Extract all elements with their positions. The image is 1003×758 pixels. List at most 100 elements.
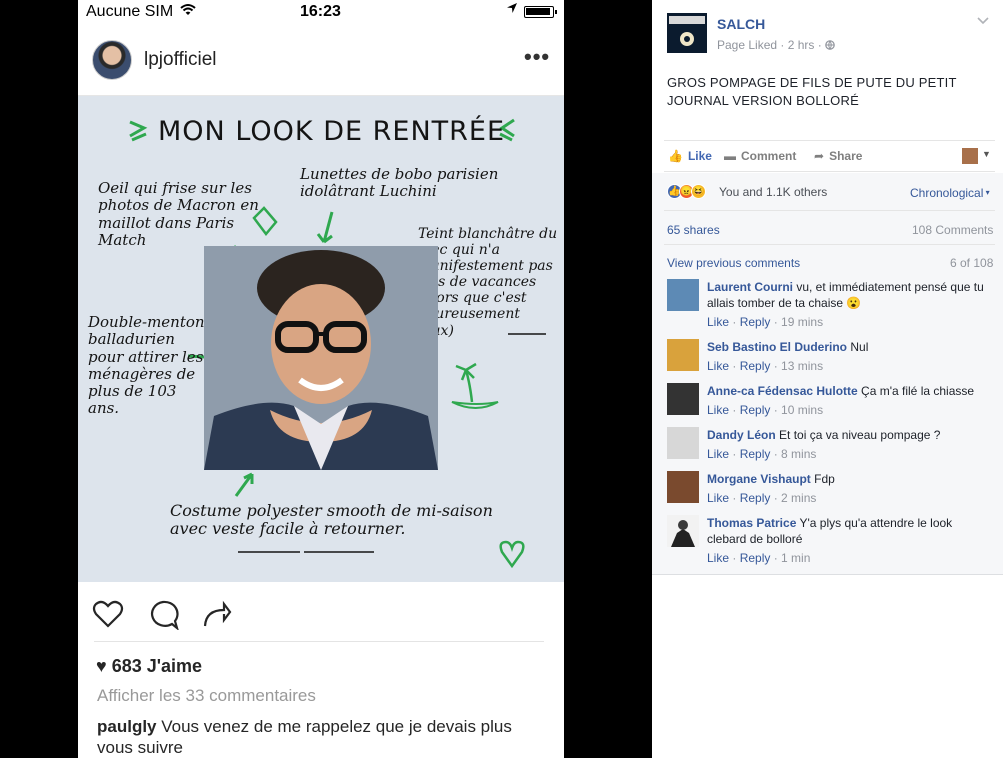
like-label: Like [687,149,712,163]
post-meta: Page Liked · 2 hrs · [717,38,835,52]
comment-reply-link[interactable]: Reply [740,491,771,505]
divider [664,244,995,245]
comment-author[interactable]: Thomas Patrice [707,516,796,530]
post-action-bar [78,582,564,642]
portrait-photo [204,246,438,470]
comment-text: Et toi ça va niveau pompage ? [779,428,941,442]
avatar[interactable] [667,515,699,547]
comment-bubble-icon[interactable] [147,600,180,635]
comment-like-link[interactable]: Like [707,447,729,461]
comment-time[interactable]: 8 mins [781,447,816,461]
username[interactable]: lpjofficiel [144,49,217,71]
comment-meta: Like · Reply · 1 min [707,551,811,565]
comment-like-link[interactable]: Like [707,551,729,565]
comment-author[interactable]: Morgane Vishaupt [707,472,811,486]
divider [94,641,544,642]
comment-time[interactable]: 1 min [781,551,810,565]
carrier-label: Aucune SIM [86,3,174,20]
caret-down-icon[interactable]: ▼ [982,149,991,159]
facebook-post-panel: SALCH Page Liked · 2 hrs · GROS POMPAGE … [652,0,1003,758]
doodle-title: MON LOOK DE RENTRÉE [158,116,506,147]
comment-text: Vous venez de me rappelez que je devais … [97,717,512,757]
instagram-post-screenshot: Aucune SIM 16:23 lpjofficiel ••• MON LOO… [78,0,564,758]
chevron-down-icon[interactable] [977,16,989,28]
caret-down-icon: ▾ [983,188,990,197]
share-button[interactable]: ➦ Share [814,149,862,163]
like-button[interactable]: 👍 Like [668,149,712,163]
comments-count[interactable]: 108 Comments [912,223,993,237]
avatar[interactable] [667,383,699,415]
comment-reply-link[interactable]: Reply [740,315,771,329]
comment-meta: Like · Reply · 2 mins [707,491,817,505]
avatar[interactable] [667,471,699,503]
viewer-avatar[interactable] [962,148,978,164]
battery-icon [524,6,557,18]
avatar[interactable] [92,40,132,80]
avatar[interactable] [667,339,699,371]
ios-status-bar: Aucune SIM 16:23 [78,0,564,24]
wifi-icon [180,3,196,20]
reactions-summary[interactable]: You and 1.1K others [719,185,827,199]
doodle-note-complexion: Teint blanchâtre du mec qui n'a manifest… [418,226,558,339]
comment-author[interactable]: Anne-ca Fédensac Hulotte [707,384,858,398]
haha-reaction-icon: 😆 [691,184,706,199]
comment-reply-link[interactable]: Reply [740,447,771,461]
page-avatar[interactable] [667,13,707,53]
comment-time[interactable]: 19 mins [781,315,823,329]
instagram-comment: paulgly Vous venez de me rappelez que je… [97,716,537,758]
comment-body: Morgane Vishaupt Fdp [707,471,992,487]
comment-reply-link[interactable]: Reply [740,403,771,417]
post-meta-text: Page Liked · 2 hrs · [717,38,826,52]
comment-time[interactable]: 13 mins [781,359,823,373]
avatar[interactable] [667,427,699,459]
comment-like-link[interactable]: Like [707,315,729,329]
comment-time[interactable]: 2 mins [781,491,816,505]
screenshot-composite: Aucune SIM 16:23 lpjofficiel ••• MON LOO… [0,0,1003,758]
avatar[interactable] [667,279,699,311]
comment-text: Fdp [814,472,835,486]
page-name-link[interactable]: SALCH [717,16,765,32]
heart-icon[interactable] [92,600,124,633]
comment-text: Nul [850,340,869,354]
post-header: lpjofficiel ••• [78,24,564,96]
clock: 16:23 [300,3,341,20]
comment-meta: Like · Reply · 8 mins [707,447,817,461]
comment-like-link[interactable]: Like [707,403,729,417]
comment-body: Dandy Léon Et toi ça va niveau pompage ? [707,427,992,443]
comment-body: Laurent Courni vu, et immédiatement pens… [707,279,992,311]
comment-body: Seb Bastino El Duderino Nul [707,339,992,355]
comment-like-link[interactable]: Like [707,491,729,505]
view-previous-comments-link[interactable]: View previous comments [667,256,800,270]
comment-meta: Like · Reply · 10 mins [707,403,824,417]
post-text: GROS POMPAGE DE FILS DE PUTE DU PETIT JO… [667,75,957,108]
post-image: MON LOOK DE RENTRÉE Oeil qui frise sur l… [78,96,564,582]
comment-author[interactable]: Seb Bastino El Duderino [707,340,847,354]
thumbs-up-icon: 👍 [668,149,683,163]
globe-icon [825,38,835,52]
sort-label: Chronological [910,186,984,200]
comment-reply-link[interactable]: Reply [740,551,771,565]
likes-count[interactable]: ♥ 683 J'aime [96,656,202,677]
comment-meta: Like · Reply · 19 mins [707,315,824,329]
comment-text: Ça m'a filé la chiasse [861,384,975,398]
share-arrow-icon[interactable] [202,600,232,633]
small-heart-icon: ♥ [96,656,107,676]
comment-author[interactable]: Laurent Courni [707,280,793,294]
doodle-note-chin: Double-menton balladurien pour attirer l… [88,313,205,418]
comment-like-link[interactable]: Like [707,359,729,373]
view-all-comments-link[interactable]: Afficher les 33 commentaires [97,686,316,706]
comment-author[interactable]: Dandy Léon [707,428,776,442]
share-label: Share [829,149,863,163]
share-icon: ➦ [814,149,825,163]
comment-time[interactable]: 10 mins [781,403,823,417]
sort-dropdown[interactable]: Chronological ▾ [910,186,990,200]
doodle-note-suit: Costume polyester smooth de mi-saison av… [170,501,493,539]
comment-body: Anne-ca Fédensac Hulotte Ça m'a filé la … [707,383,992,399]
comment-author[interactable]: paulgly [97,717,157,736]
comment-reply-link[interactable]: Reply [740,359,771,373]
doodle-note-eye: Oeil qui frise sur les photos de Macron … [98,179,259,249]
comment-button[interactable]: ▬ Comment [724,149,796,163]
more-options-icon[interactable]: ••• [524,44,550,70]
comment-label: Comment [741,149,797,163]
shares-link[interactable]: 65 shares [667,223,720,237]
